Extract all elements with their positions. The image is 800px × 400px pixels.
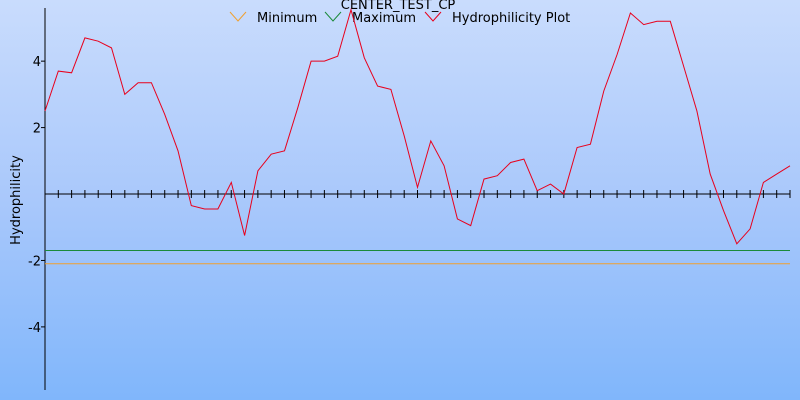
legend-swatch-icon: [424, 11, 442, 22]
axes: -4 -2 2 4: [28, 8, 791, 390]
legend: Minimum Maximum Hydrophilicity Plot: [229, 11, 570, 26]
hydrophilicity-plot-line: [44, 7, 791, 245]
legend-label: Minimum: [257, 11, 317, 26]
legend-item-hydrophilicity-plot: Hydrophilicity Plot: [424, 11, 570, 26]
y-axis-label: Hydrophilicity: [9, 155, 24, 245]
series-layer: [44, 7, 791, 265]
hydrophilicity-chart: CENTER_TEST_CP Hydrophilicity Minimum Max…: [9, 0, 791, 390]
legend-item-maximum: Maximum: [324, 11, 416, 26]
legend-swatch-icon: [229, 11, 247, 22]
legend-item-minimum: Minimum: [229, 11, 317, 26]
y-tick-label: 2: [33, 122, 41, 137]
y-tick-label: -2: [28, 254, 41, 269]
y-tick-label: 4: [33, 55, 41, 70]
y-tick-label: -4: [28, 321, 41, 336]
legend-swatch-icon: [324, 11, 342, 22]
chart-area: CENTER_TEST_CP Hydrophilicity Minimum Max…: [0, 0, 800, 400]
legend-label: Hydrophilicity Plot: [452, 11, 570, 26]
legend-label: Maximum: [352, 11, 416, 26]
